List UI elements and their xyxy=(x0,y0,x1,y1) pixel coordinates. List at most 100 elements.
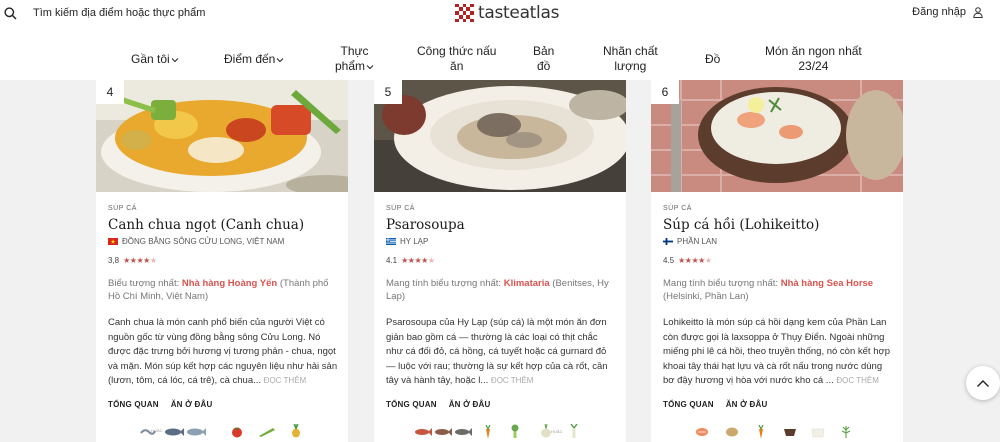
main-nav: Gần tôi Điểm đến Thực phẩm Công thức nấu… xyxy=(0,44,1000,80)
iconic-place: Mang tính biểu tượng nhất: Nhà hàng Sea … xyxy=(663,277,893,303)
origin-label: Đồng bằng sông Cửu Long, Việt Nam xyxy=(122,237,285,246)
ingredient-icons xyxy=(695,424,865,440)
dish-image[interactable]: 4 xyxy=(96,80,348,192)
nav-map-label-1: Bản xyxy=(533,44,555,58)
nav-food-label-1: Thực xyxy=(340,44,369,58)
dish-title[interactable]: Psarosoupa xyxy=(386,216,616,234)
read-more-link[interactable]: ĐỌC THÊM xyxy=(836,376,879,385)
iconic-place-link[interactable]: Klimataria xyxy=(504,278,550,289)
tab-overview[interactable]: TỔNG QUAN xyxy=(108,400,159,409)
tab-overview[interactable]: TỔNG QUAN xyxy=(663,400,714,409)
fish-icon[interactable] xyxy=(186,427,206,437)
carrot-icon[interactable] xyxy=(484,425,492,439)
potato-icon[interactable] xyxy=(725,427,739,437)
search-icon[interactable] xyxy=(4,6,17,20)
origin-label: Phần Lan xyxy=(677,237,718,246)
tab-where-to-eat[interactable]: ĂN Ở ĐÂU xyxy=(171,400,213,409)
nav-destinations-label: Điểm đến xyxy=(224,52,276,66)
chevron-down-icon xyxy=(277,57,284,62)
dish-category[interactable]: Súp cá xyxy=(386,205,616,212)
fish-icon[interactable] xyxy=(164,427,184,437)
pineapple-icon[interactable] xyxy=(291,424,301,438)
fish-stock-icon[interactable] xyxy=(783,427,797,437)
tasteatlas-logo[interactable]: tasteatlas xyxy=(455,3,559,23)
star-rating-icon: ★★★★★ xyxy=(678,256,712,265)
leek-icon[interactable] xyxy=(569,424,579,438)
rating-value: 3,8 xyxy=(108,256,120,265)
login-button[interactable]: Đăng nhập xyxy=(912,6,983,18)
nav-drinks[interactable]: Đồ xyxy=(705,52,720,67)
dish-category[interactable]: Súp cá xyxy=(108,205,338,212)
chevron-down-icon xyxy=(171,57,179,62)
card-tabs: TỔNG QUAN ĂN Ở ĐÂU xyxy=(108,400,338,409)
dish-image[interactable]: 5 xyxy=(374,80,626,192)
salmon-icon[interactable] xyxy=(695,427,709,437)
nav-map[interactable]: Bản đồ xyxy=(533,44,554,74)
red-mullet-icon[interactable] xyxy=(414,427,432,437)
nav-destinations[interactable]: Điểm đến xyxy=(224,52,284,67)
dish-description: Psarosoupa của Hy Lạp (súp cá) là một mó… xyxy=(386,316,616,389)
nav-near-me[interactable]: Gần tôi xyxy=(131,52,179,67)
rating: 4.1 ★★★★★ xyxy=(386,256,616,265)
rank-badge: 5 xyxy=(374,80,402,104)
dish-card[interactable]: 5 Súp cá Psarosoupa Hy Lạp 4.1 ★★★★★ Man… xyxy=(374,80,626,442)
tomato-icon[interactable] xyxy=(231,426,243,438)
nav-recipes[interactable]: Công thức nấu ăn xyxy=(417,44,496,74)
dish-description: Canh chua là món canh phổ biến của người… xyxy=(108,316,338,389)
star-rating-icon: ★★★★★ xyxy=(123,256,157,265)
nav-food-label-2: phẩm xyxy=(335,59,366,73)
login-label: Đăng nhập xyxy=(912,6,966,18)
tab-where-to-eat[interactable]: ĂN Ở ĐÂU xyxy=(726,400,768,409)
dish-origin[interactable]: Đồng bằng sông Cửu Long, Việt Nam xyxy=(108,237,338,246)
user-icon xyxy=(973,6,983,18)
rating-value: 4.1 xyxy=(386,256,398,265)
nav-best-dishes[interactable]: Món ăn ngon nhất 23/24 xyxy=(765,44,862,74)
dish-origin[interactable]: Phần Lan xyxy=(663,237,893,246)
dish-description: Lohikeitto là món súp cá hồi dạng kem củ… xyxy=(663,316,893,389)
chevron-up-icon xyxy=(977,379,989,387)
search-input[interactable]: Tìm kiếm địa điểm hoặc thực phẩm xyxy=(33,7,205,19)
iconic-place-link[interactable]: Nhà hàng Sea Horse xyxy=(781,278,873,289)
search-bar[interactable]: Tìm kiếm địa điểm hoặc thực phẩm xyxy=(4,5,205,21)
dish-category[interactable]: Súp cá xyxy=(663,205,893,212)
iconic-label: Mang tính biểu tượng nhất: xyxy=(663,278,779,289)
dish-title[interactable]: Canh chua ngọt (Canh chua) xyxy=(108,216,338,234)
dish-card[interactable]: 4 Súp cá Canh chua ngọt (Canh chua) Đồng… xyxy=(96,80,348,442)
finland-flag-icon xyxy=(663,238,673,245)
tab-where-to-eat[interactable]: ĂN Ở ĐÂU xyxy=(449,400,491,409)
rating: 3,8 ★★★★★ xyxy=(108,256,338,265)
nav-food[interactable]: Thực phẩm xyxy=(335,44,374,74)
card-tabs: TỔNG QUAN ĂN Ở ĐÂU xyxy=(386,400,616,409)
iconic-location: (Helsinki, Phần Lan) xyxy=(663,291,749,302)
vietnam-flag-icon xyxy=(108,238,118,245)
iconic-label: Mang tính biểu tượng nhất: xyxy=(386,278,502,289)
greece-flag-icon xyxy=(386,238,396,245)
nav-recipes-label-1: Công thức nấu xyxy=(417,44,497,58)
top-bar: Tìm kiếm địa điểm hoặc thực phẩm tasteat… xyxy=(0,0,1000,80)
cod-icon[interactable] xyxy=(454,427,472,437)
tab-overview[interactable]: TỔNG QUAN xyxy=(386,400,437,409)
rank-badge: 6 xyxy=(651,80,679,104)
read-more-link[interactable]: ĐỌC THÊM xyxy=(264,376,307,385)
carrot-icon[interactable] xyxy=(757,425,765,439)
dill-icon[interactable] xyxy=(841,424,851,438)
read-more-link[interactable]: ĐỌC THÊM xyxy=(491,376,534,385)
chevron-down-icon xyxy=(366,64,374,69)
nav-near-me-label: Gần tôi xyxy=(131,52,170,66)
fish-icon[interactable] xyxy=(434,427,452,437)
ingredient-icons: HOẶC xyxy=(140,424,310,440)
dish-card[interactable]: 6 Súp cá Súp cá hồi (Lohikeitto) Phần La… xyxy=(651,80,903,442)
iconic-place-link[interactable]: Nhà hàng Hoàng Yến xyxy=(182,278,277,289)
nav-recipes-label-2: ăn xyxy=(450,59,464,73)
scroll-to-top-button[interactable] xyxy=(966,366,1000,400)
celery-icon[interactable] xyxy=(510,424,520,438)
cream-icon[interactable] xyxy=(811,426,825,438)
dish-origin[interactable]: Hy Lạp xyxy=(386,237,616,246)
dish-title[interactable]: Súp cá hồi (Lohikeitto) xyxy=(663,216,893,234)
okra-icon[interactable] xyxy=(258,426,276,438)
nav-quality-labels[interactable]: Nhãn chất lượng xyxy=(603,44,658,74)
or-label: HOẶC xyxy=(551,429,563,434)
rating: 4.5 ★★★★★ xyxy=(663,256,893,265)
nav-best-label-2: 23/24 xyxy=(798,59,829,73)
dish-image[interactable]: 6 xyxy=(651,80,903,192)
